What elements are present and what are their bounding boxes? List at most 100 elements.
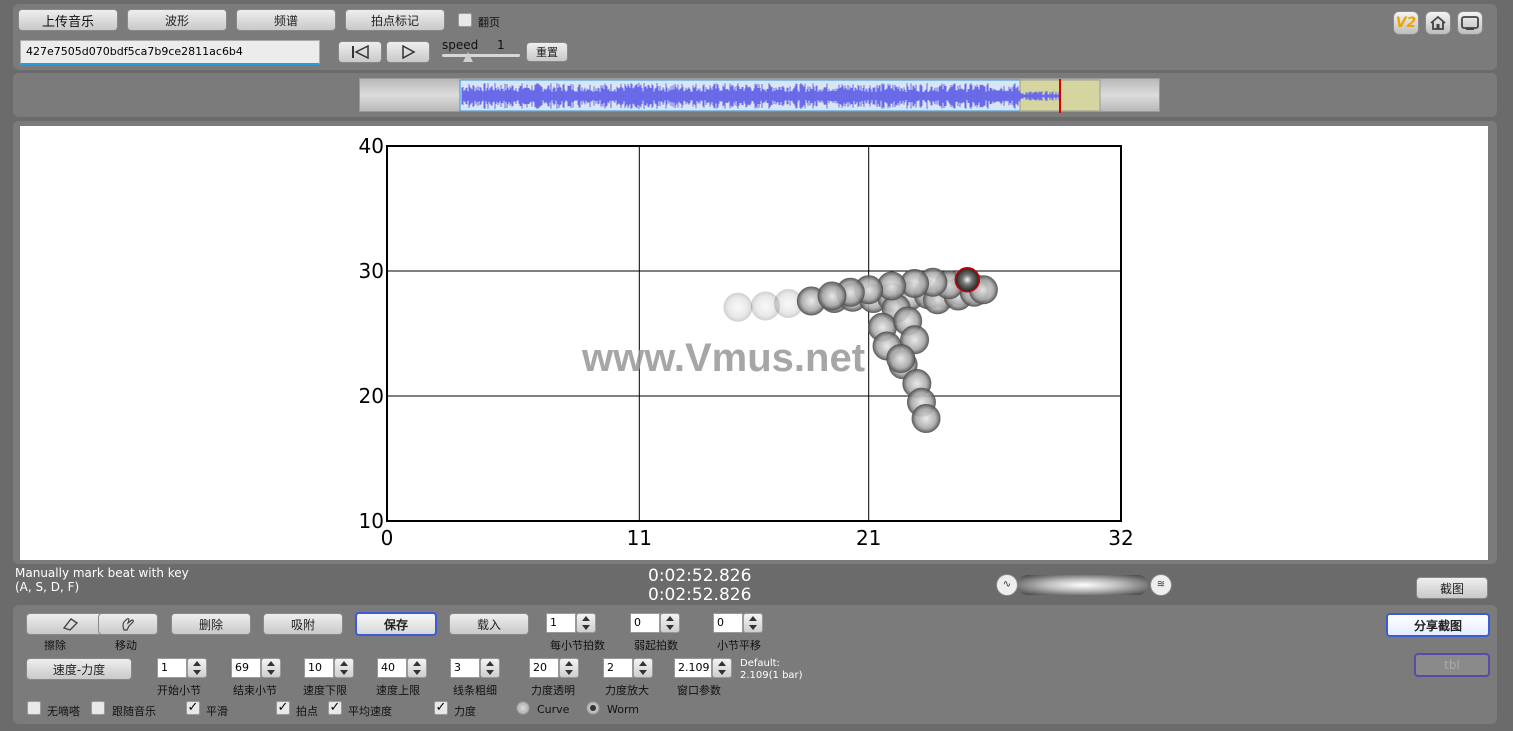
avg-tempo-checkbox[interactable]: ✓ — [328, 701, 342, 715]
tempo-max-spinner[interactable]: 40 — [377, 658, 427, 678]
end-bar-spinner[interactable]: 69 — [231, 658, 281, 678]
y-tick-label: 30 — [359, 259, 384, 283]
follow-music-label: 跟随音乐 — [112, 705, 156, 718]
play-button[interactable] — [386, 41, 430, 63]
line-width-spinner[interactable]: 3 — [450, 658, 500, 678]
waveform-graphic — [459, 79, 1101, 113]
disabled-button[interactable]: tbl — [1414, 653, 1490, 677]
zoom-slider[interactable]: ∿ ≋ — [996, 574, 1172, 596]
tempo-max-field[interactable]: 40 — [377, 658, 407, 678]
screen-icon — [1461, 16, 1479, 30]
start-bar-field[interactable]: 1 — [157, 658, 187, 678]
spinner-arrows[interactable] — [559, 658, 579, 678]
beats-per-bar-field[interactable]: 1 — [546, 613, 576, 633]
zoom-track[interactable] — [1018, 575, 1148, 595]
speed-value: 1 — [497, 38, 505, 52]
spectrum-button[interactable]: 频谱 — [236, 9, 336, 31]
move-button[interactable] — [98, 613, 158, 635]
pickup-spinner[interactable]: 0 — [630, 613, 680, 633]
curve-radio[interactable] — [516, 701, 530, 715]
home-button[interactable] — [1425, 11, 1451, 35]
page-turn-checkbox[interactable] — [458, 13, 472, 27]
spinner-arrows[interactable] — [712, 658, 732, 678]
data-point — [911, 404, 941, 433]
spinner-arrows[interactable] — [187, 658, 207, 678]
spinner-arrows[interactable] — [576, 613, 596, 633]
dynamics-checkbox[interactable]: ✓ — [434, 701, 448, 715]
line-width-field[interactable]: 3 — [450, 658, 480, 678]
reset-speed-button[interactable]: 重置 — [526, 42, 568, 62]
zoom-out-icon[interactable]: ∿ — [996, 574, 1018, 596]
pickup-label: 弱起拍数 — [634, 639, 678, 652]
dyn-scale-field[interactable]: 2 — [603, 658, 633, 678]
plot-frame — [386, 145, 1122, 522]
spinner-arrows[interactable] — [480, 658, 500, 678]
beats-per-bar-label: 每小节拍数 — [550, 639, 605, 652]
default-line-2: 2.109(1 bar) — [740, 670, 803, 681]
dynamics-label: 力度 — [454, 705, 476, 718]
hint-line-1: Manually mark beat with key — [15, 566, 189, 580]
dyn-alpha-field[interactable]: 20 — [529, 658, 559, 678]
dyn-scale-spinner[interactable]: 2 — [603, 658, 653, 678]
file-id-text: 427e7505d070bdf5ca7b9ce2811ac6b4 — [26, 45, 243, 58]
no-tick-label: 无嘀嗒 — [47, 705, 80, 718]
upload-music-button[interactable]: 上传音乐 — [18, 9, 118, 31]
spinner-arrows[interactable] — [261, 658, 281, 678]
beat-checkbox[interactable]: ✓ — [276, 701, 290, 715]
waveform-button[interactable]: 波形 — [127, 9, 227, 31]
speed-slider[interactable] — [442, 54, 520, 57]
speed-slider-thumb[interactable] — [463, 52, 473, 62]
data-point-current — [954, 267, 981, 293]
file-id-field[interactable]: 427e7505d070bdf5ca7b9ce2811ac6b4 — [20, 40, 320, 65]
start-bar-spinner[interactable]: 1 — [157, 658, 207, 678]
no-tick-checkbox[interactable] — [27, 701, 41, 715]
worm-radio[interactable] — [586, 701, 600, 715]
skip-to-start-button[interactable] — [338, 41, 382, 63]
curve-label: Curve — [537, 703, 570, 716]
dyn-alpha-spinner[interactable]: 20 — [529, 658, 579, 678]
home-icon — [1430, 15, 1446, 30]
chart-canvas[interactable]: 0 11 21 32 40 30 20 10 www.Vmus.net — [20, 126, 1488, 560]
load-button[interactable]: 载入 — [449, 613, 529, 635]
spinner-arrows[interactable] — [743, 613, 763, 633]
y-tick-label: 10 — [359, 509, 384, 533]
zoom-in-icon[interactable]: ≋ — [1150, 574, 1172, 596]
spinner-arrows[interactable] — [633, 658, 653, 678]
end-bar-label: 结束小节 — [233, 684, 277, 697]
overview-waveform[interactable] — [359, 78, 1160, 113]
pickup-field[interactable]: 0 — [630, 613, 660, 633]
bar-shift-spinner[interactable]: 0 — [713, 613, 763, 633]
erase-label: 擦除 — [44, 639, 66, 652]
spinner-arrows[interactable] — [407, 658, 427, 678]
window-spinner[interactable]: 2.109 — [674, 658, 732, 678]
beat-mark-button[interactable]: 拍点标记 — [345, 9, 445, 31]
watermark: www.Vmus.net — [582, 336, 866, 380]
v2-button[interactable]: V2 — [1393, 11, 1419, 35]
window-field[interactable]: 2.109 — [674, 658, 712, 678]
end-bar-field[interactable]: 69 — [231, 658, 261, 678]
avg-tempo-label: 平均速度 — [348, 705, 392, 718]
snap-button[interactable]: 吸附 — [263, 613, 343, 635]
bar-shift-field[interactable]: 0 — [713, 613, 743, 633]
share-screenshot-button[interactable]: 分享截图 — [1386, 613, 1490, 637]
save-button[interactable]: 保存 — [355, 612, 437, 636]
tempo-min-field[interactable]: 10 — [304, 658, 334, 678]
dyn-alpha-label: 力度透明 — [531, 684, 575, 697]
tempo-dynamics-button[interactable]: 速度-力度 — [26, 658, 132, 680]
smooth-checkbox[interactable]: ✓ — [186, 701, 200, 715]
follow-music-checkbox[interactable] — [91, 701, 105, 715]
delete-button[interactable]: 删除 — [171, 613, 251, 635]
speed-label: speed — [442, 38, 479, 52]
spinner-arrows[interactable] — [660, 613, 680, 633]
tempo-min-spinner[interactable]: 10 — [304, 658, 354, 678]
data-point — [886, 344, 916, 373]
line-width-label: 线条粗细 — [453, 684, 497, 697]
fullscreen-button[interactable] — [1457, 11, 1483, 35]
screenshot-button[interactable]: 截图 — [1416, 577, 1488, 599]
dyn-scale-label: 力度放大 — [605, 684, 649, 697]
eraser-icon — [62, 618, 79, 631]
beats-per-bar-spinner[interactable]: 1 — [546, 613, 596, 633]
spinner-arrows[interactable] — [334, 658, 354, 678]
x-tick-label: 32 — [1108, 526, 1133, 550]
x-tick-label: 11 — [627, 526, 652, 550]
